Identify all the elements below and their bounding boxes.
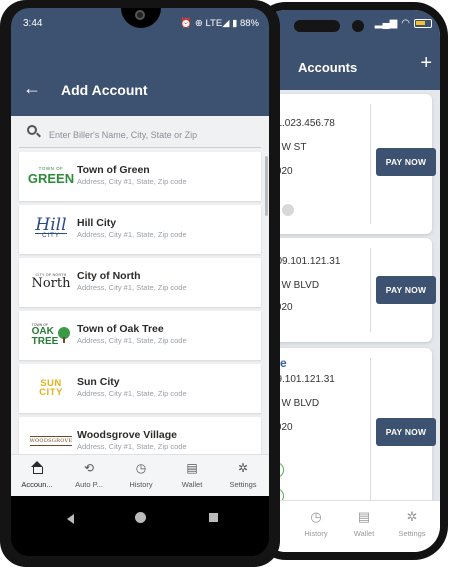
page-title: Add Account [61, 82, 148, 98]
biller-list-area: TOWN OF GREEN Town of Green Address, Cit… [11, 116, 269, 466]
home-icon [31, 461, 43, 474]
signal-icon: ▂▄▆ [374, 18, 398, 29]
biller-address: Address, City #1, State, Zip code [77, 389, 187, 398]
list-scrollbar[interactable] [265, 156, 268, 216]
pay-now-button[interactable]: PAY NOW [376, 418, 436, 446]
camera-icon [294, 20, 340, 32]
biller-address: Address, City #1, State, Zip code [77, 336, 187, 345]
history-icon: ◷ [310, 509, 322, 524]
status-icons: ⏰ ⊕ LTE◢ ▮ 88% [180, 18, 259, 29]
account-card: Tree r: 09.101.121.31 121 W BLVD 0/2020 … [260, 348, 436, 510]
town-of-green-logo: TOWN OF GREEN [27, 166, 75, 186]
wifi-icon: ◠ [401, 18, 410, 29]
nav-item-accounts[interactable]: Accoun... [12, 461, 62, 489]
biller-name: Town of Oak Tree [77, 323, 164, 335]
biller-name: Town of Green [77, 164, 150, 176]
biller-address: Address, City #1, State, Zip code [77, 177, 187, 186]
biller-item-town-of-green[interactable]: TOWN OF GREEN Town of Green Address, Cit… [19, 152, 261, 201]
battery-icon [414, 19, 432, 28]
search-icon [27, 125, 41, 139]
settings-icon: ✲ [237, 461, 249, 475]
front-phone: 3:44 ⏰ ⊕ LTE◢ ▮ 88% ← Add Account TOWN O… [0, 0, 280, 567]
card-divider [370, 104, 371, 224]
camera-lens-icon [352, 20, 364, 32]
nav-item-wallet[interactable]: ▤ Wallet [167, 461, 217, 489]
biller-item-sun-city[interactable]: SUN CITY Sun City Address, City #1, Stat… [19, 364, 261, 413]
nav-item-autopay[interactable]: ⟲ Auto P... [64, 461, 114, 489]
system-recents-icon[interactable] [209, 513, 218, 522]
back-phone-screen: ▂▄▆ ◠ Accounts + en r: 01.023.456.78 456… [260, 10, 440, 552]
biller-address: Address, City #1, State, Zip code [77, 442, 187, 451]
accounts-title: Accounts [298, 59, 358, 75]
hill-city-logo: Hill CITY [35, 215, 67, 240]
biller-item-city-of-north[interactable]: CITY OF NORTH North City of North Addres… [19, 258, 261, 307]
system-nav-bar [11, 496, 269, 556]
back-phone: ▂▄▆ ◠ Accounts + en r: 01.023.456.78 456… [252, 2, 448, 560]
history-icon: ◷ [135, 461, 147, 475]
city-of-north-logo: CITY OF NORTH North [31, 272, 71, 292]
town-of-oak-tree-logo: TOWN OF OAK TREE [27, 320, 75, 350]
wallet-icon: ▤ [186, 461, 198, 475]
autopay-icon: ⟲ [83, 461, 95, 475]
woodsgrove-village-logo: WOODSGROVE [29, 436, 73, 446]
biller-item-hill-city[interactable]: Hill CITY Hill City Address, City #1, St… [19, 205, 261, 254]
sun-city-logo: SUN CITY [39, 377, 63, 398]
nav-item-settings[interactable]: ✲ Settings [218, 461, 268, 489]
biller-name: Hill City [77, 217, 117, 229]
pay-now-button[interactable]: PAY NOW [376, 276, 436, 304]
wallet-icon: ▤ [357, 509, 371, 524]
nav-item-wallet[interactable]: ▤ Wallet [342, 509, 386, 538]
biller-name: Woodsgrove Village [77, 429, 177, 441]
biller-address: Address, City #1, State, Zip code [77, 283, 187, 292]
pay-now-button[interactable]: PAY NOW [376, 148, 436, 176]
back-app-bar: Accounts + [260, 44, 440, 90]
biller-name: Sun City [77, 376, 120, 388]
nav-item-settings[interactable]: ✲ Settings [390, 509, 434, 538]
system-home-icon[interactable] [135, 512, 146, 523]
back-status-bar: ▂▄▆ ◠ [260, 10, 440, 44]
back-bottom-nav: s ◷ History ▤ Wallet ✲ Settings [260, 500, 440, 552]
add-account-icon[interactable]: + [420, 52, 432, 75]
nav-item-history[interactable]: ◷ History [294, 509, 338, 538]
status-time: 3:44 [23, 18, 43, 29]
status-dot-icon [282, 204, 294, 216]
biller-item-town-of-oak-tree[interactable]: TOWN OF OAK TREE Town of Oak Tree Addres… [19, 311, 261, 360]
biller-search-input[interactable] [49, 126, 257, 144]
account-card: en r: 01.023.456.78 456 W ST 5/2020 PAY … [260, 94, 436, 234]
card-divider [370, 358, 371, 500]
nav-item-history[interactable]: ◷ History [116, 461, 166, 489]
search-bar [19, 122, 261, 148]
system-back-icon[interactable] [67, 514, 74, 524]
front-camera-icon [135, 10, 145, 20]
settings-icon: ✲ [406, 509, 418, 524]
card-divider [370, 248, 371, 332]
account-card: er: 09.101.121.31 910 W BLVD 0/2020 PAY … [260, 238, 436, 342]
bottom-nav: Accoun... ⟲ Auto P... ◷ History ▤ Wallet… [11, 454, 269, 496]
biller-name: City of North [77, 270, 141, 282]
app-bar: ← Add Account [11, 66, 269, 116]
biller-address: Address, City #1, State, Zip code [77, 230, 187, 239]
front-phone-screen: 3:44 ⏰ ⊕ LTE◢ ▮ 88% ← Add Account TOWN O… [11, 8, 269, 556]
back-arrow-icon[interactable]: ← [23, 78, 41, 99]
status-bar: 3:44 ⏰ ⊕ LTE◢ ▮ 88% [11, 8, 269, 66]
back-status-icons: ▂▄▆ ◠ [375, 18, 432, 29]
